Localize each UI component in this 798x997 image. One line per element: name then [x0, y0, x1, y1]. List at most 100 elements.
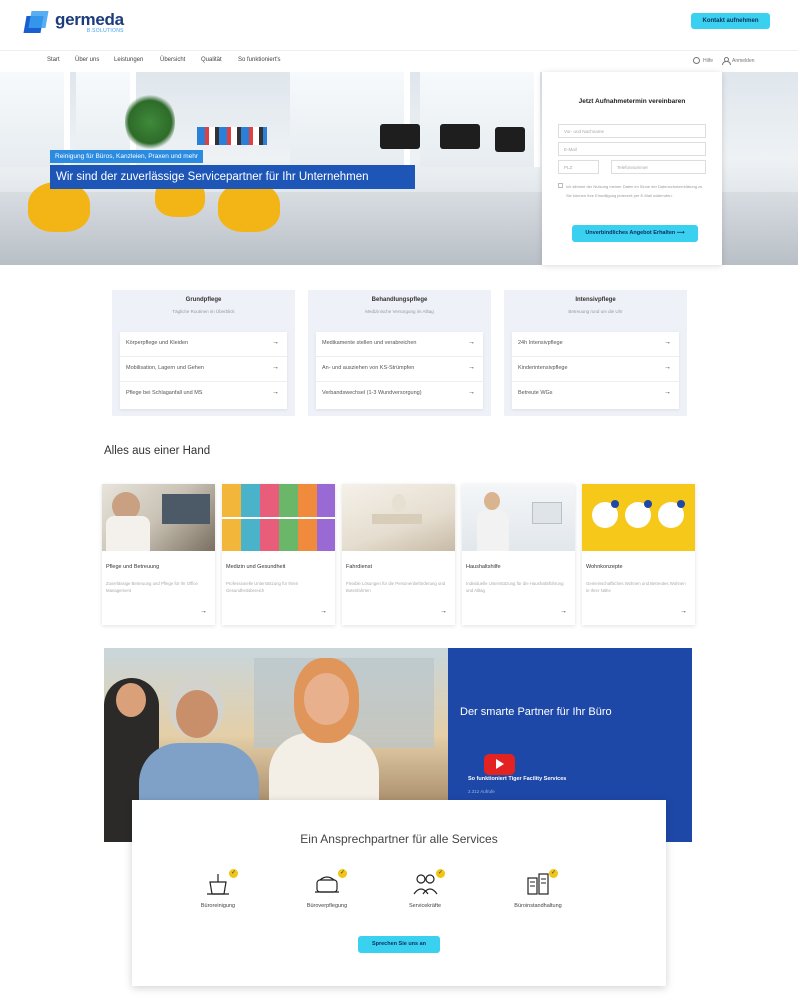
- arrow-right-icon: →: [272, 339, 279, 346]
- help-link[interactable]: Hilfe: [693, 57, 713, 64]
- logo-name: germeda: [55, 10, 124, 29]
- login-link[interactable]: Anmelden: [722, 57, 755, 65]
- care-item[interactable]: Verbandswechsel (1-3 Wundversorgung) →: [316, 382, 483, 407]
- contact-us-button[interactable]: Sprechen Sie uns an: [358, 936, 440, 953]
- service-card[interactable]: Wohnkonzepte Gemeinschaftliches Wohnen u…: [582, 484, 695, 625]
- care-title: Intensivpflege: [575, 297, 616, 303]
- care-item[interactable]: Körperpflege und Kleiden →: [120, 332, 287, 357]
- youtube-play-icon[interactable]: [484, 754, 515, 775]
- help-icon: [693, 57, 700, 64]
- care-card-behandlungspflege: Behandlungspflege Medizinische Versorgun…: [308, 290, 491, 416]
- hero-window: [290, 72, 410, 167]
- arrow-right-icon: →: [200, 608, 207, 615]
- main-nav: Start Über uns Leistungen Übersicht Qual…: [0, 50, 798, 70]
- service-desc: Flexible Lösungen für die Personenbeförd…: [346, 581, 446, 593]
- form-title: Jetzt Aufnahmetermin vereinbaren: [578, 98, 686, 105]
- service-name: Haushaltshilfe: [466, 564, 501, 570]
- arrow-right-icon: →: [272, 389, 279, 396]
- plant-image: [125, 92, 175, 152]
- care-item-label: An- und ausziehen von KS-Strümpfen: [322, 365, 415, 371]
- care-item[interactable]: 24h Intensivpflege →: [512, 332, 679, 357]
- arrow-right-icon: →: [664, 339, 671, 346]
- care-item-label: Betreute WGs: [518, 390, 553, 396]
- care-subtitle: Betreuung rund um die Uhr: [568, 309, 623, 314]
- care-list: 24h Intensivpflege → Kinderintensivpflege…: [512, 332, 679, 409]
- nav-item-quality[interactable]: Qualität: [201, 57, 222, 63]
- logo-mark-icon: [23, 11, 49, 35]
- service-image: [222, 484, 335, 551]
- staff-icon: ✓: [411, 869, 445, 896]
- contact-service-item: ✓ Büroreinigung: [168, 869, 268, 909]
- nav-item-overview[interactable]: Übersicht: [160, 57, 185, 63]
- arrow-right-icon: →: [468, 389, 475, 396]
- care-title: Grundpflege: [185, 297, 222, 303]
- care-item[interactable]: An- und ausziehen von KS-Strümpfen →: [316, 357, 483, 382]
- care-item-label: Verbandswechsel (1-3 Wundversorgung): [322, 390, 422, 396]
- logo[interactable]: germeda B.SOLUTIONS: [23, 10, 124, 35]
- hero-title: Wir sind der zuverlässige Servicepartner…: [50, 165, 415, 189]
- service-name: Medizin und Gesundheit: [226, 564, 286, 570]
- care-item-label: 24h Intensivpflege: [518, 340, 563, 346]
- care-item[interactable]: Kinderintensivpflege →: [512, 357, 679, 382]
- service-image: [462, 484, 575, 551]
- contact-title: Ein Ansprechpartner für alle Services: [300, 832, 498, 846]
- check-badge-icon: ✓: [229, 869, 238, 878]
- video-title[interactable]: So funktioniert Tiger Facility Services: [468, 776, 566, 782]
- arrow-right-icon: →: [664, 389, 671, 396]
- hero-tag: Reinigung für Büros, Kanzleien, Praxen u…: [50, 150, 204, 163]
- care-title: Behandlungspflege: [371, 297, 428, 303]
- nav-item-how-it-works[interactable]: So funktioniert's: [238, 57, 281, 63]
- shelf-image: [197, 127, 267, 145]
- service-name: Pflege und Betreuung: [106, 564, 160, 570]
- service-desc: Individuelle Unterstützung für die Haush…: [466, 581, 564, 593]
- video-views: 2.312 Aufrufe: [468, 789, 495, 794]
- yellow-chair-image: [28, 182, 90, 232]
- service-desc: Gemeinschaftliches Wohnen und Betreutes …: [586, 581, 686, 593]
- service-name: Wohnkonzepte: [586, 564, 623, 570]
- login-label: Anmelden: [732, 57, 755, 64]
- contact-service-item: ✓ Servicekräfte: [375, 869, 475, 909]
- office-chair-image: [440, 124, 480, 149]
- care-list: Körperpflege und Kleiden → Mobilisation, …: [120, 332, 287, 409]
- arrow-right-icon: →: [272, 364, 279, 371]
- check-badge-icon: ✓: [549, 869, 558, 878]
- care-item[interactable]: Mobilisation, Lagern und Gehen →: [120, 357, 287, 382]
- check-badge-icon: ✓: [436, 869, 445, 878]
- care-list: Medikamente stellen und verabreichen → An…: [316, 332, 483, 409]
- email-field[interactable]: E-Mail: [558, 142, 706, 156]
- name-field[interactable]: Vor- und Nachname: [558, 124, 706, 138]
- service-card[interactable]: Pflege und Betreuung Zuverlässige Betreu…: [102, 484, 215, 625]
- office-chair-image: [380, 124, 420, 149]
- plz-field[interactable]: PLZ: [558, 160, 599, 174]
- service-card[interactable]: Fahrdienst Flexible Lösungen für die Per…: [342, 484, 455, 625]
- contact-service-item: ✓ Büroinstandhaltung: [488, 869, 588, 909]
- nav-item-start[interactable]: Start: [47, 57, 60, 63]
- hero-window: [420, 72, 540, 167]
- care-item-label: Mobilisation, Lagern und Gehen: [126, 365, 204, 371]
- contact-button[interactable]: Kontakt aufnehmen: [691, 13, 770, 29]
- arrow-right-icon: →: [560, 608, 567, 615]
- contact-card: Ein Ansprechpartner für alle Services ✓ …: [132, 800, 666, 986]
- care-item[interactable]: Pflege bei Schlaganfall und MS →: [120, 382, 287, 407]
- nav-item-services[interactable]: Leistungen: [114, 57, 143, 63]
- site-header: germeda B.SOLUTIONS Kontakt aufnehmen: [0, 0, 798, 46]
- care-item[interactable]: Medikamente stellen und verabreichen →: [316, 332, 483, 357]
- nav-item-about[interactable]: Über uns: [75, 57, 99, 63]
- care-item[interactable]: Betreute WGs →: [512, 382, 679, 407]
- arrow-right-icon: →: [468, 364, 475, 371]
- service-image: [102, 484, 215, 551]
- care-card-grundpflege: Grundpflege Tägliche Routinen im Überbli…: [112, 290, 295, 416]
- service-card[interactable]: Medizin und Gesundheit Professionelle Un…: [222, 484, 335, 625]
- arrow-right-icon: →: [664, 364, 671, 371]
- video-panel-title: Der smarte Partner für Ihr Büro: [460, 706, 612, 718]
- phone-field[interactable]: Telefonnummer: [611, 160, 706, 174]
- care-card-intensivpflege: Intensivpflege Betreuung rund um die Uhr…: [504, 290, 687, 416]
- contact-service-label: Büroverpflegung: [306, 903, 348, 909]
- consent-checkbox[interactable]: [558, 183, 563, 188]
- submit-button[interactable]: Unverbindliches Angebot Erhalten ⟶: [572, 225, 698, 242]
- consent-text: Ich stimme der Nutzung meiner Daten im S…: [566, 184, 704, 198]
- user-icon: [722, 57, 731, 65]
- cleaning-bucket-icon: ✓: [204, 869, 238, 896]
- service-card[interactable]: Haushaltshilfe Individuelle Unterstützun…: [462, 484, 575, 625]
- building-icon: ✓: [524, 869, 558, 896]
